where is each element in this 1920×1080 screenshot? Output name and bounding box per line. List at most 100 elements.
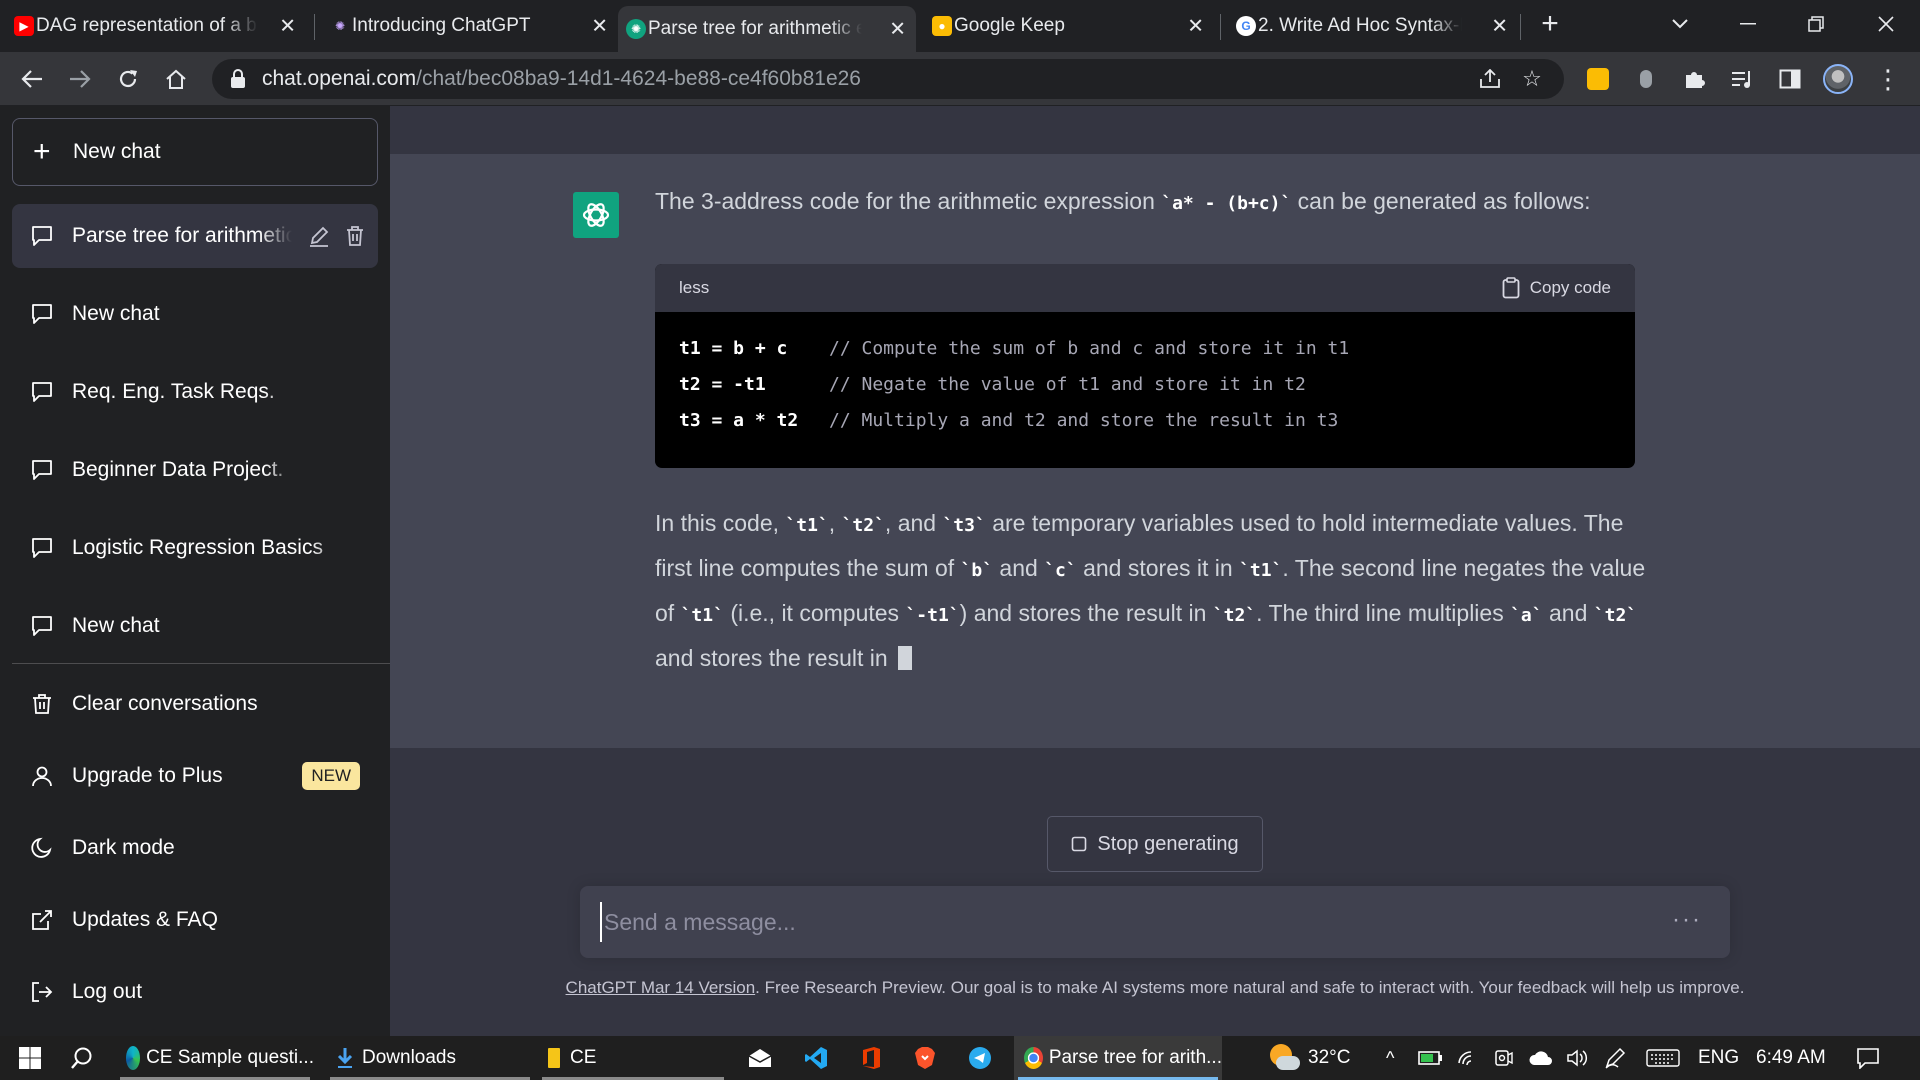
sidebar-item-label: Beginner Data Project. bbox=[72, 458, 284, 481]
message-composer: ··· bbox=[580, 886, 1730, 958]
copy-code-button[interactable]: Copy code bbox=[1502, 277, 1611, 299]
upgrade-to-plus-button[interactable]: Upgrade to Plus NEW bbox=[12, 744, 378, 808]
minimize-icon[interactable] bbox=[1728, 6, 1768, 42]
log-out-button[interactable]: Log out bbox=[12, 960, 378, 1024]
sidebar-item-req-eng[interactable]: Req. Eng. Task Reqs. bbox=[12, 360, 378, 424]
sidebar-item-label: Parse tree for arithmetic expression bbox=[72, 224, 292, 247]
taskbar-app-explorer[interactable]: CE bbox=[538, 1036, 728, 1080]
external-link-icon bbox=[32, 910, 52, 930]
keep-extension-icon[interactable] bbox=[1580, 61, 1616, 97]
code-comment: // Negate the value of t1 and store it i… bbox=[829, 373, 1306, 395]
taskbar-app-chrome[interactable]: Parse tree for arith... bbox=[1014, 1036, 1222, 1080]
new-tab-button[interactable]: + bbox=[1530, 6, 1570, 42]
side-panel-icon[interactable] bbox=[1772, 61, 1808, 97]
sidebar-item-new-chat[interactable]: New chat bbox=[12, 282, 378, 346]
onedrive-icon[interactable] bbox=[1528, 1036, 1554, 1080]
tab-ad-hoc-syntax[interactable]: G 2. Write Ad Hoc Syntax-D ✕ bbox=[1228, 6, 1518, 46]
input-language[interactable]: ENG bbox=[1698, 1036, 1739, 1080]
taskbar-telegram-icon[interactable] bbox=[968, 1036, 998, 1080]
puzzle-extensions-icon[interactable] bbox=[1676, 61, 1712, 97]
chrome-menu-icon[interactable]: ⋮ bbox=[1870, 61, 1906, 97]
sidebar-item-logistic-regression[interactable]: Logistic Regression Basics bbox=[12, 516, 378, 580]
taskbar-office-icon[interactable] bbox=[860, 1036, 890, 1080]
chat-bubble-icon bbox=[32, 226, 52, 246]
touch-keyboard-icon[interactable] bbox=[1646, 1036, 1680, 1080]
close-icon[interactable]: ✕ bbox=[1187, 14, 1204, 39]
clear-conversations-button[interactable]: Clear conversations bbox=[12, 672, 378, 736]
tab-google-keep[interactable]: ● Google Keep ✕ bbox=[924, 6, 1214, 46]
notifications-icon[interactable] bbox=[1856, 1036, 1880, 1080]
version-link[interactable]: ChatGPT Mar 14 Version bbox=[566, 978, 756, 997]
updates-faq-link[interactable]: Updates & FAQ bbox=[12, 888, 378, 952]
browser-toolbar: chat.openai.com/chat/bec08ba9-14d1-4624-… bbox=[0, 52, 1920, 106]
extension-icon[interactable] bbox=[1628, 61, 1664, 97]
stop-generating-button[interactable]: Stop generating bbox=[1047, 816, 1263, 872]
clock[interactable]: 6:49 AM bbox=[1756, 1036, 1826, 1080]
home-icon[interactable] bbox=[158, 61, 194, 97]
restore-icon[interactable] bbox=[1796, 6, 1836, 42]
message-intro: The 3-address code for the arithmetic ex… bbox=[655, 180, 1675, 225]
new-chat-button[interactable]: + New chat bbox=[12, 118, 378, 186]
tab-dag-representation[interactable]: ▶ DAG representation of a b ✕ bbox=[6, 6, 306, 46]
inline-code: `t2` bbox=[841, 515, 885, 536]
close-icon[interactable]: ✕ bbox=[279, 14, 296, 39]
plus-icon: + bbox=[33, 135, 51, 168]
code-statement: t1 = b + c bbox=[679, 337, 788, 359]
meet-now-icon[interactable] bbox=[1494, 1036, 1514, 1080]
sidebar-action-label: Log out bbox=[72, 980, 143, 1003]
close-icon[interactable]: ✕ bbox=[1491, 14, 1508, 39]
taskbar-brave-icon[interactable] bbox=[914, 1036, 944, 1080]
taskbar-app-edge[interactable]: CE Sample questi... bbox=[116, 1036, 314, 1080]
sidebar-item-new-chat-2[interactable]: New chat bbox=[12, 594, 378, 658]
wifi-icon[interactable] bbox=[1456, 1036, 1478, 1080]
explanation-text: (i.e., it computes bbox=[723, 600, 906, 626]
address-bar[interactable]: chat.openai.com/chat/bec08ba9-14d1-4624-… bbox=[212, 59, 1564, 99]
code-language: less bbox=[679, 278, 710, 297]
dark-mode-button[interactable]: Dark mode bbox=[12, 816, 378, 880]
search-icon bbox=[71, 1047, 92, 1069]
taskbar-app-downloads[interactable]: Downloads bbox=[326, 1036, 534, 1080]
taskbar-search-button[interactable] bbox=[60, 1036, 104, 1080]
volume-icon[interactable] bbox=[1566, 1036, 1590, 1080]
bookmark-star-icon[interactable]: ☆ bbox=[1516, 63, 1548, 95]
taskbar-mail-icon[interactable] bbox=[748, 1036, 778, 1080]
start-button[interactable] bbox=[8, 1036, 52, 1080]
back-icon[interactable] bbox=[14, 61, 50, 97]
chat-main: The 3-address code for the arithmetic ex… bbox=[390, 106, 1920, 1036]
inline-code: `t3` bbox=[942, 515, 986, 536]
profile-avatar[interactable] bbox=[1820, 61, 1856, 97]
tab-search-icon[interactable] bbox=[1660, 6, 1700, 42]
weather-widget[interactable]: 32°C bbox=[1268, 1036, 1350, 1080]
sidebar-item-parse-tree[interactable]: Parse tree for arithmetic expression bbox=[12, 204, 378, 268]
delete-icon[interactable] bbox=[344, 225, 366, 247]
message-input[interactable] bbox=[600, 902, 1640, 942]
edge-icon bbox=[126, 1046, 141, 1070]
close-icon[interactable]: ✕ bbox=[591, 14, 608, 39]
moon-icon bbox=[31, 837, 52, 858]
share-icon[interactable] bbox=[1474, 63, 1506, 95]
forward-icon[interactable] bbox=[62, 61, 98, 97]
battery-icon[interactable] bbox=[1418, 1036, 1444, 1080]
weather-temp: 32°C bbox=[1308, 1047, 1351, 1068]
tab-parse-tree[interactable]: ✺ Parse tree for arithmetic e ✕ bbox=[618, 6, 916, 52]
reload-icon[interactable] bbox=[110, 61, 146, 97]
inline-code: `t2` bbox=[1593, 605, 1638, 626]
window-close-icon[interactable] bbox=[1866, 6, 1906, 42]
media-control-icon[interactable] bbox=[1724, 61, 1760, 97]
show-hidden-icons[interactable]: ^ bbox=[1386, 1036, 1394, 1080]
lock-icon[interactable] bbox=[230, 69, 246, 89]
intro-text: The 3-address code for the arithmetic ex… bbox=[655, 188, 1162, 214]
explanation-text: , bbox=[828, 510, 842, 536]
tab-introducing-chatgpt[interactable]: ✺ Introducing ChatGPT ✕ bbox=[322, 6, 618, 46]
tab-separator bbox=[314, 14, 315, 40]
close-icon[interactable]: ✕ bbox=[889, 17, 906, 42]
pen-icon[interactable] bbox=[1604, 1036, 1626, 1080]
stop-generating-label: Stop generating bbox=[1097, 832, 1239, 855]
taskbar-vscode-icon[interactable] bbox=[804, 1036, 834, 1080]
code-statement: t2 = -t1 bbox=[679, 373, 766, 395]
sidebar-action-label: Dark mode bbox=[72, 836, 175, 859]
streaming-cursor bbox=[898, 646, 913, 670]
footer-disclaimer: ChatGPT Mar 14 Version. Free Research Pr… bbox=[390, 978, 1920, 998]
edit-icon[interactable] bbox=[308, 225, 330, 247]
sidebar-item-beginner-data[interactable]: Beginner Data Project. bbox=[12, 438, 378, 502]
